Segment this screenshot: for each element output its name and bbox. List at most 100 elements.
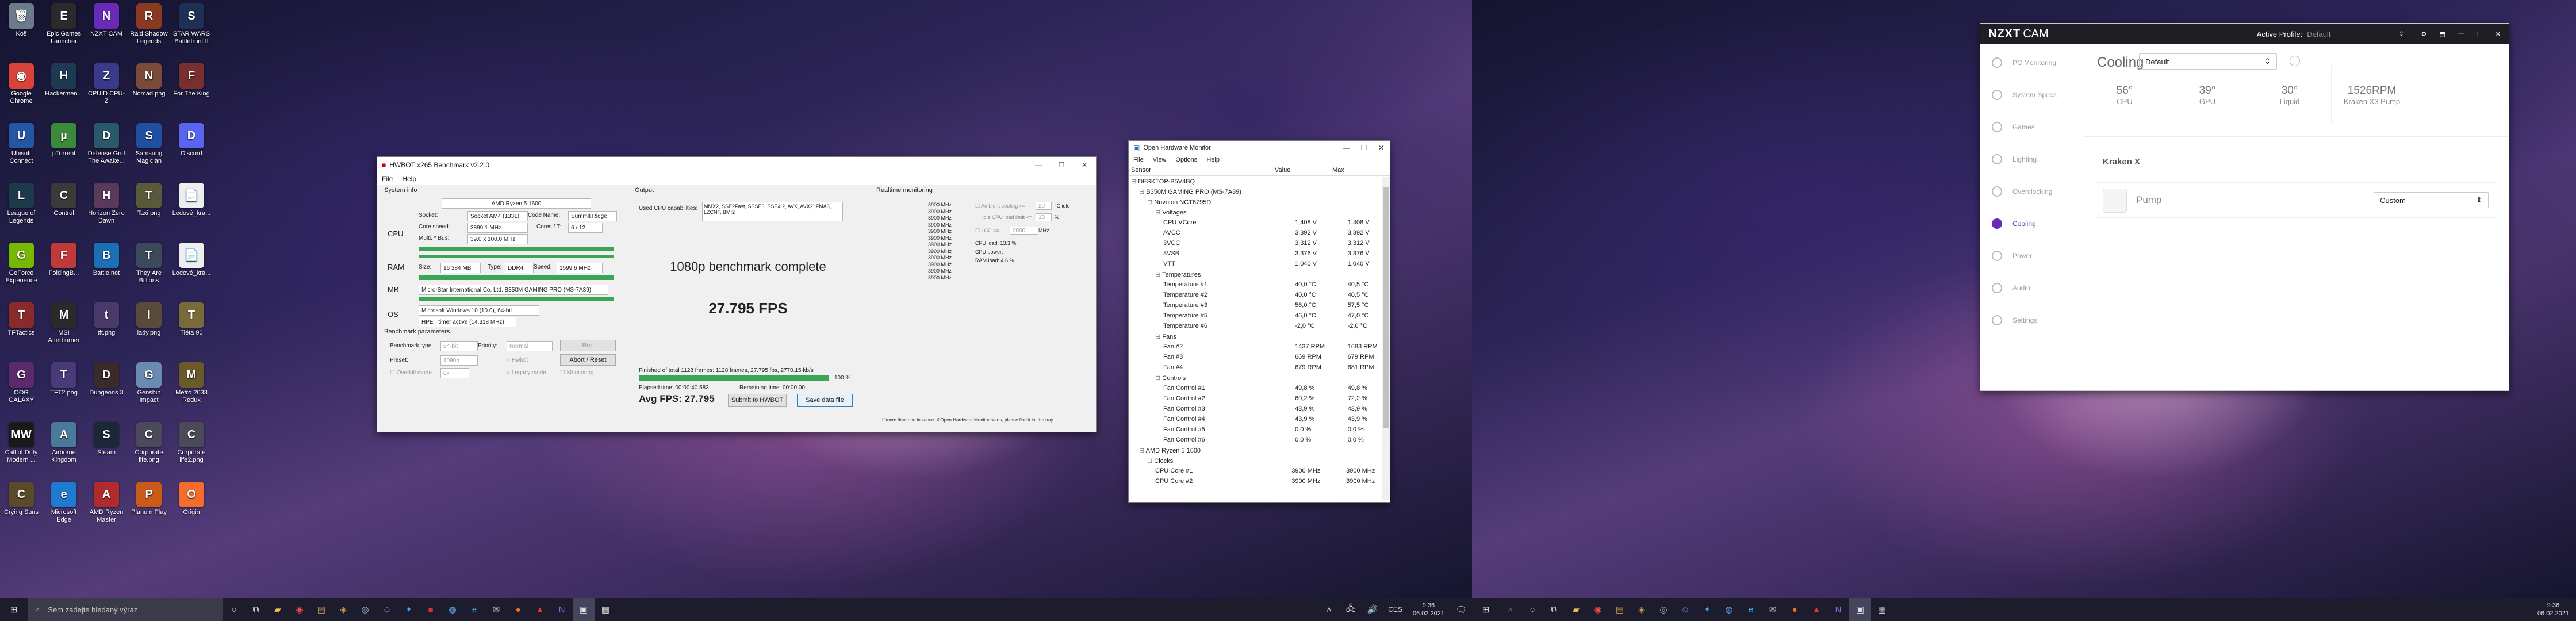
battlenet-icon[interactable]: ✦ (398, 598, 420, 621)
chrome-icon[interactable]: ◉ (289, 598, 310, 621)
sensor-row[interactable]: Fan #4 679 RPM 681 RPM (1131, 362, 1390, 373)
nav-item[interactable]: Audio (1980, 272, 2084, 304)
sensor-row[interactable]: Temperature #2 40,0 °C 40,5 °C (1131, 290, 1390, 300)
abort-button[interactable]: Abort / Reset (560, 354, 616, 366)
sensor-row[interactable]: Temperature #5 46,0 °C 47,0 °C (1131, 310, 1390, 321)
resize-icon[interactable]: ⬒ (2440, 30, 2445, 38)
sensor-row[interactable]: CPU Core #2 3900 MHz 3900 MHz (1131, 476, 1390, 486)
hwmonitor-icon[interactable]: ▣ (1849, 598, 1871, 621)
minimize-icon[interactable]: — (1027, 157, 1050, 173)
nzxt-taskbar-icon[interactable]: N (1827, 598, 1849, 621)
edge-icon[interactable]: e (1740, 598, 1762, 621)
sensor-row[interactable]: ⊟ Temperatures (1131, 269, 1390, 279)
minimize-icon[interactable]: — (2458, 30, 2464, 37)
desktop-icon[interactable]: M MSI Afterburner (44, 302, 84, 346)
maximize-icon[interactable]: ☐ (1355, 141, 1373, 155)
amd-icon[interactable]: ▲ (1805, 598, 1827, 621)
mail-icon[interactable]: ✉ (1762, 598, 1784, 621)
desktop-icon[interactable]: R Raid Shadow Legends (129, 3, 169, 47)
menu-help[interactable]: Help (1202, 156, 1224, 163)
scroll-thumb[interactable] (1383, 187, 1389, 428)
sensor-row[interactable]: Temperature #6 -2,0 °C -2,0 °C (1131, 321, 1390, 331)
maximize-icon[interactable]: ☐ (2477, 30, 2483, 38)
notification-icon[interactable]: 🗨 (1450, 598, 1472, 621)
expand-toggle-icon[interactable]: ⊟ (1155, 334, 1162, 340)
sensor-row[interactable]: CPU Core #1 3900 MHz 3900 MHz (1131, 466, 1390, 476)
sensor-row[interactable]: Fan Control #5 0,0 % 0,0 % (1131, 424, 1390, 435)
submit-button[interactable]: Submit to HWBOT (728, 394, 787, 407)
hwmonitor-icon[interactable]: ▣ (573, 598, 595, 621)
desktop-icon[interactable]: D Discord (171, 123, 212, 166)
start-icon[interactable]: ⊞ (0, 598, 28, 621)
expand-toggle-icon[interactable]: ⊟ (1155, 375, 1162, 382)
search-icon[interactable]: ⌕ (1500, 598, 1521, 621)
desktop-icon[interactable]: MW Call of Duty Modern ... (1, 422, 41, 465)
desktop-icon[interactable]: H Hackermen... (44, 63, 84, 106)
overkill-checkbox[interactable]: ☐ Overkill mode (390, 370, 432, 376)
desktop-icon[interactable]: D Defense Grid The Awake... (86, 123, 126, 166)
ohm-scrollbar[interactable] (1382, 177, 1390, 500)
desktop-icon[interactable]: G GeForce Experience (1, 243, 41, 286)
tray-chevron-icon[interactable]: ˄ (1318, 598, 1340, 621)
nav-item[interactable]: Settings (1980, 304, 2084, 336)
monitoring-checkbox[interactable]: ☐ Monitoring (560, 370, 593, 376)
desktop-icon[interactable]: A AMD Ryzen Master (86, 482, 126, 525)
idle-input[interactable]: 10 (1036, 213, 1052, 221)
menu-options[interactable]: Options (1171, 156, 1202, 163)
header-value[interactable]: Value (1275, 167, 1332, 174)
taskview-icon[interactable]: ⧉ (245, 598, 267, 621)
desktop-icon[interactable]: G OOG GALAXY (1, 362, 41, 405)
run-button[interactable]: Run (560, 340, 616, 351)
ambient-checkbox[interactable]: ☐ Ambient cooling >= (975, 203, 1025, 209)
discord-icon[interactable]: ☺ (376, 598, 398, 621)
ohm-titlebar[interactable]: ▣ Open Hardware Monitor — ☐ ✕ (1129, 141, 1390, 155)
priority-select[interactable]: Normal (507, 341, 553, 351)
lcc-input[interactable]: 0000 (1010, 227, 1038, 235)
profile-dropdown-icon[interactable]: ⇕ (2399, 31, 2404, 37)
desktop-icon[interactable]: F FoldingB... (44, 243, 84, 286)
menu-help[interactable]: Help (397, 175, 421, 183)
expand-toggle-icon[interactable]: ⊟ (1155, 271, 1162, 278)
hwbot-icon[interactable]: ■ (420, 598, 442, 621)
sensor-row[interactable]: Temperature #3 56,0 °C 57,5 °C (1131, 300, 1390, 310)
nav-item[interactable]: Lighting (1980, 143, 2084, 175)
nav-item[interactable]: System Specs (1980, 79, 2084, 111)
desktop-icon[interactable]: µ µTorrent (44, 123, 84, 166)
desktop-icon[interactable]: S Samsung Magician (129, 123, 169, 166)
desktop-icon[interactable]: S STAR WARS Battlefront II (171, 3, 212, 47)
sensor-row[interactable]: ⊟ AMD Ryzen 5 1600 (1131, 445, 1390, 455)
desktop-icon[interactable]: O Origin (171, 482, 212, 525)
save-button[interactable]: Save data file (797, 394, 853, 407)
desktop-icon[interactable]: 🗑 Koš (1, 3, 41, 47)
sensor-row[interactable]: Fan Control #3 43,9 % 43,9 % (1131, 404, 1390, 414)
desktop-icon[interactable]: C Control (44, 183, 84, 226)
nzxt-taskbar-icon[interactable]: N (551, 598, 573, 621)
desktop-icon[interactable]: A Airborne Kingdom (44, 422, 84, 465)
sensor-row[interactable]: AVCC 3,392 V 3,392 V (1131, 228, 1390, 238)
bench-type-select[interactable]: 64-bit (440, 341, 478, 351)
start-icon[interactable]: ⊞ (1472, 598, 1500, 621)
desktop-icon[interactable]: C Corporate life2.png (171, 422, 212, 465)
folder-icon[interactable]: ▤ (310, 598, 332, 621)
desktop-icon[interactable]: l lady.png (129, 302, 169, 346)
expand-toggle-icon[interactable]: ⊟ (1147, 199, 1154, 206)
desktop-icon[interactable]: T Taxi.png (129, 183, 169, 226)
desktop-icon[interactable]: 📄 Ledové_kra... (171, 183, 212, 226)
sensor-row[interactable]: Temperature #1 40,0 °C 40,5 °C (1131, 279, 1390, 290)
minimize-icon[interactable]: — (1338, 141, 1355, 155)
cortana-icon[interactable]: ○ (1521, 598, 1543, 621)
sensor-row[interactable]: Fan Control #6 0,0 % 0,0 % (1131, 435, 1390, 445)
league-icon[interactable]: ◈ (332, 598, 354, 621)
desktop-icon[interactable]: M Metro 2033 Redux (171, 362, 212, 405)
preset-select[interactable]: 1080p (440, 355, 478, 366)
desktop-icon[interactable]: H Horizon Zero Dawn (86, 183, 126, 226)
clock-right[interactable]: 9:36 06.02.2021 (2531, 601, 2576, 618)
maximize-icon[interactable]: ☐ (1050, 157, 1073, 173)
nav-item[interactable]: Games (1980, 111, 2084, 143)
chrome-icon[interactable]: ◉ (1587, 598, 1609, 621)
sensor-row[interactable]: ⊟ B350M GAMING PRO (MS-7A39) (1131, 186, 1390, 197)
sensor-row[interactable]: ⊟ Fans (1131, 331, 1390, 342)
sensor-row[interactable]: Fan Control #2 60,2 % 72,2 % (1131, 393, 1390, 404)
origin-icon[interactable]: ● (507, 598, 529, 621)
desktop-icon[interactable]: N Nomad.png (129, 63, 169, 106)
